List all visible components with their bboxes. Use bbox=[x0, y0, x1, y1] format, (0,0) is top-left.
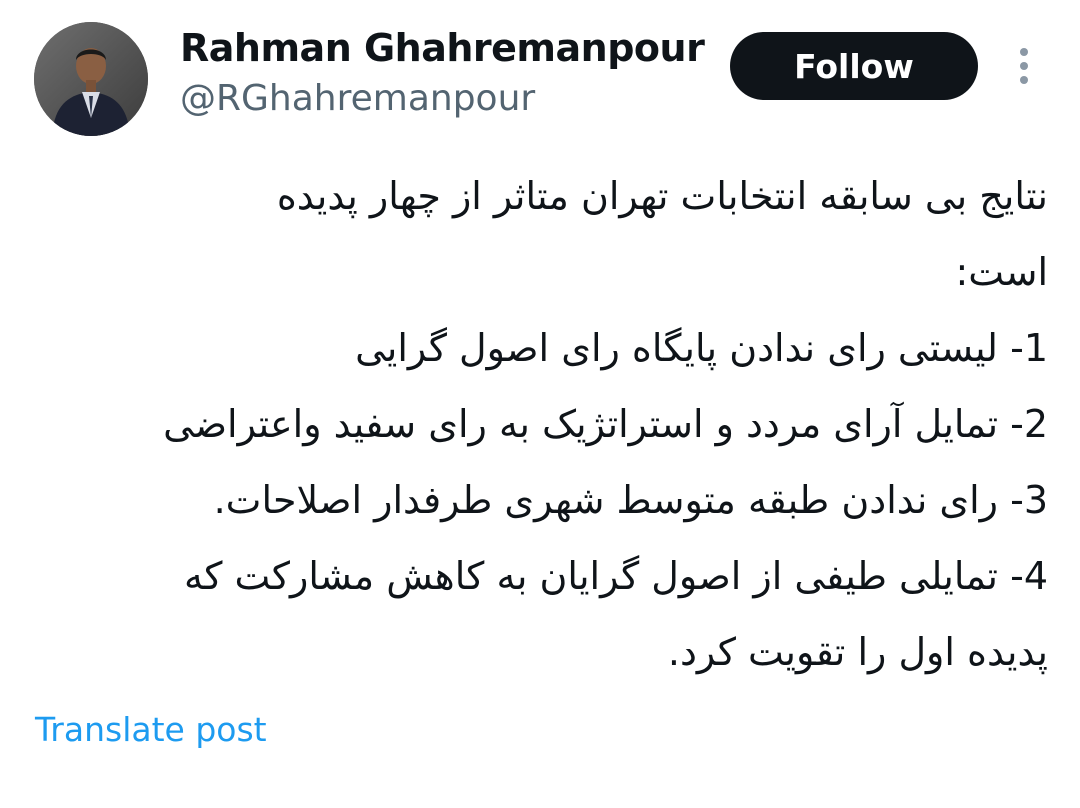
more-options-button[interactable] bbox=[1004, 44, 1044, 88]
translate-post-link[interactable]: Translate post bbox=[35, 710, 267, 749]
tweet-text-line: 4- تمایلی طیفی از اصول گرایان به کاهش مش… bbox=[184, 554, 1048, 598]
vertical-ellipsis-icon bbox=[1020, 48, 1028, 84]
tweet-text-line: نتایج بی سابقه انتخابات تهران متاثر از چ… bbox=[276, 174, 1048, 218]
tweet-text-line: پدیده اول را تقویت کرد. bbox=[667, 630, 1048, 674]
follow-button[interactable]: Follow bbox=[730, 32, 978, 100]
tweet-text-line: 3- رای ندادن طبقه متوسط شهری طرفدار اصلا… bbox=[213, 478, 1048, 522]
user-display-name[interactable]: Rahman Ghahremanpour bbox=[180, 26, 705, 70]
user-handle[interactable]: @RGhahremanpour bbox=[180, 78, 535, 119]
tweet-card: Rahman Ghahremanpour @RGhahremanpour Fol… bbox=[0, 0, 1080, 808]
tweet-text-line: 1- لیستی رای ندادن پایگاه رای اصول گرایی bbox=[355, 326, 1048, 370]
person-photo-avatar-icon bbox=[34, 22, 148, 136]
tweet-text-line: 2- تمایل آرای مردد و استراتژیک به رای سف… bbox=[163, 402, 1048, 446]
avatar[interactable] bbox=[34, 22, 148, 136]
tweet-text: نتایج بی سابقه انتخابات تهران متاثر از چ… bbox=[20, 158, 1048, 690]
tweet-text-line: است: bbox=[955, 250, 1048, 294]
